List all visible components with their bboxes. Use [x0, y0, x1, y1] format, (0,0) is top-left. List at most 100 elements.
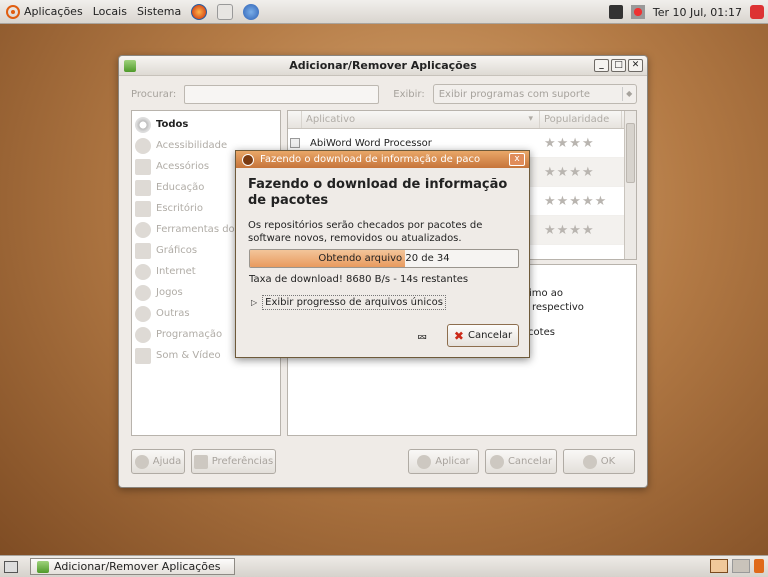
top-panel: Aplicações Locais Sistema Ter 10 Jul, 01…: [0, 0, 768, 24]
task-app-icon: [37, 560, 49, 573]
apply-button[interactable]: Aplicar: [408, 449, 479, 474]
close-window-button[interactable]: ✕: [628, 59, 643, 72]
dialog-close-button[interactable]: x: [509, 153, 525, 166]
category-label: Programação: [156, 329, 223, 340]
workspace-switcher: [710, 559, 764, 573]
accessibility-icon: [135, 137, 151, 154]
window-buttons: Ajuda Preferências Aplicar Cancelar OK: [131, 449, 637, 475]
preferences-button[interactable]: Preferências: [191, 449, 276, 474]
preferences-icon: [193, 454, 208, 469]
help-launcher-icon[interactable]: [243, 3, 260, 20]
dialog-titlebar[interactable]: Fazendo o download de informação de paco…: [236, 151, 529, 168]
apply-label: Aplicar: [435, 456, 470, 467]
app-window-icon: [124, 60, 136, 72]
dialog-cancel-button[interactable]: ✖ Cancelar: [447, 324, 519, 347]
system-tray: Ter 10 Jul, 01:17: [608, 0, 764, 24]
search-input[interactable]: [184, 84, 380, 104]
column-popularity[interactable]: Popularidade: [540, 111, 622, 128]
graphics-icon: [135, 242, 151, 259]
download-progress: Obtendo arquivo 20 de 34: [249, 249, 519, 268]
accessories-icon: [135, 158, 151, 175]
dialog-heading: Fazendo o download de informação de paco…: [248, 177, 508, 208]
other-icon: [135, 305, 151, 322]
show-desktop-button[interactable]: [4, 560, 18, 573]
workspace-2[interactable]: [732, 559, 750, 573]
help-label: Ajuda: [152, 456, 182, 467]
category-label: Escritório: [156, 203, 203, 214]
task-label: Adicionar/Remover Aplicações: [54, 560, 221, 573]
cancel-label: Cancelar: [507, 456, 553, 467]
taskbar-window-button[interactable]: Adicionar/Remover Aplicações: [30, 558, 235, 575]
show-select[interactable]: Exibir programas com suporte ◆: [432, 84, 637, 104]
window-title: Adicionar/Remover Aplicações: [289, 59, 477, 72]
cancel-button[interactable]: Cancelar: [485, 449, 557, 474]
expander-arrow-icon: ▷: [251, 298, 258, 307]
column-check[interactable]: [288, 111, 302, 128]
category-label: Todos: [156, 119, 189, 130]
programming-icon: [135, 326, 151, 343]
system-menu[interactable]: Sistema: [137, 5, 181, 18]
help-icon: [134, 454, 149, 469]
download-rate: Taxa de download! 8680 B/s - 14s restant…: [249, 274, 469, 285]
sound-video-icon: [135, 347, 151, 364]
mail-launcher-icon[interactable]: [217, 3, 234, 20]
category-label: Acessórios: [156, 161, 210, 172]
show-label: Exibir:: [393, 88, 425, 100]
scrollbar-thumb[interactable]: [626, 123, 635, 183]
select-arrow-icon: ◆: [621, 87, 636, 101]
dialog-title: Fazendo o download de informação de paco: [260, 154, 481, 165]
app-name: AbiWord Word Processor: [310, 137, 432, 149]
ok-icon: [582, 454, 597, 469]
category-label: Outras: [156, 308, 190, 319]
download-dialog: Fazendo o download de informação de paco…: [235, 150, 530, 358]
maximize-button[interactable]: □: [611, 59, 626, 72]
apply-icon: [417, 454, 432, 469]
window-controls: _ □ ✕: [594, 59, 643, 72]
popularity-stars: ★★★★★: [544, 193, 608, 209]
window-titlebar[interactable]: Adicionar/Remover Aplicações _ □ ✕: [119, 56, 647, 76]
dialog-cancel-label: Cancelar: [467, 330, 513, 341]
progress-text: Obtendo arquivo 20 de 34: [318, 253, 450, 264]
search-row: Procurar: Exibir: Exibir programas com s…: [131, 84, 637, 104]
application-list-header: Aplicativo Popularidade: [288, 111, 636, 129]
help-button[interactable]: Ajuda: [131, 449, 185, 474]
popularity-stars: ★★★★: [544, 164, 595, 180]
dialog-app-icon: [242, 153, 254, 166]
cancel-icon: [489, 454, 504, 469]
preferences-label: Preferências: [211, 456, 274, 467]
category-label: Internet: [156, 266, 196, 277]
category-label: Som & Vídeo: [156, 350, 221, 361]
volume-icon[interactable]: [630, 5, 645, 19]
popularity-stars: ★★★★: [544, 135, 595, 151]
clock[interactable]: Ter 10 Jul, 01:17: [653, 6, 742, 19]
expander-label: Exibir progresso de arquivos únicos: [262, 295, 446, 310]
category-label: Jogos: [156, 287, 183, 298]
category-label: Educação: [156, 182, 205, 193]
minimize-button[interactable]: _: [594, 59, 609, 72]
firefox-launcher-icon[interactable]: [191, 3, 208, 20]
application-list-scrollbar[interactable]: [624, 111, 636, 259]
main-menu: Aplicações Locais Sistema: [0, 0, 260, 24]
file-progress-expander[interactable]: ▷ Exibir progresso de arquivos únicos: [251, 295, 446, 310]
applications-menu-label: Aplicações: [24, 5, 83, 18]
ubuntu-logo-icon: [6, 4, 20, 19]
workspace-1[interactable]: [710, 559, 728, 573]
trash-icon[interactable]: [754, 559, 764, 573]
all-icon: [135, 116, 151, 133]
popularity-stars: ★★★★: [544, 222, 595, 238]
update-notifier-icon[interactable]: [608, 5, 623, 19]
mouse-cursor-icon: ⮹: [417, 331, 428, 346]
bottom-panel: Adicionar/Remover Aplicações: [0, 555, 768, 577]
cancel-x-icon: ✖: [453, 328, 464, 343]
applications-menu[interactable]: Aplicações: [6, 4, 83, 19]
show-select-value: Exibir programas com suporte: [438, 88, 591, 100]
logout-icon[interactable]: [750, 5, 764, 19]
games-icon: [135, 284, 151, 301]
category-all[interactable]: Todos: [132, 114, 280, 135]
ok-button[interactable]: OK: [563, 449, 635, 474]
column-application[interactable]: Aplicativo: [302, 111, 540, 128]
search-label: Procurar:: [131, 88, 177, 100]
category-label: Gráficos: [156, 245, 198, 256]
places-menu[interactable]: Locais: [93, 5, 127, 18]
install-checkbox[interactable]: [290, 138, 300, 148]
